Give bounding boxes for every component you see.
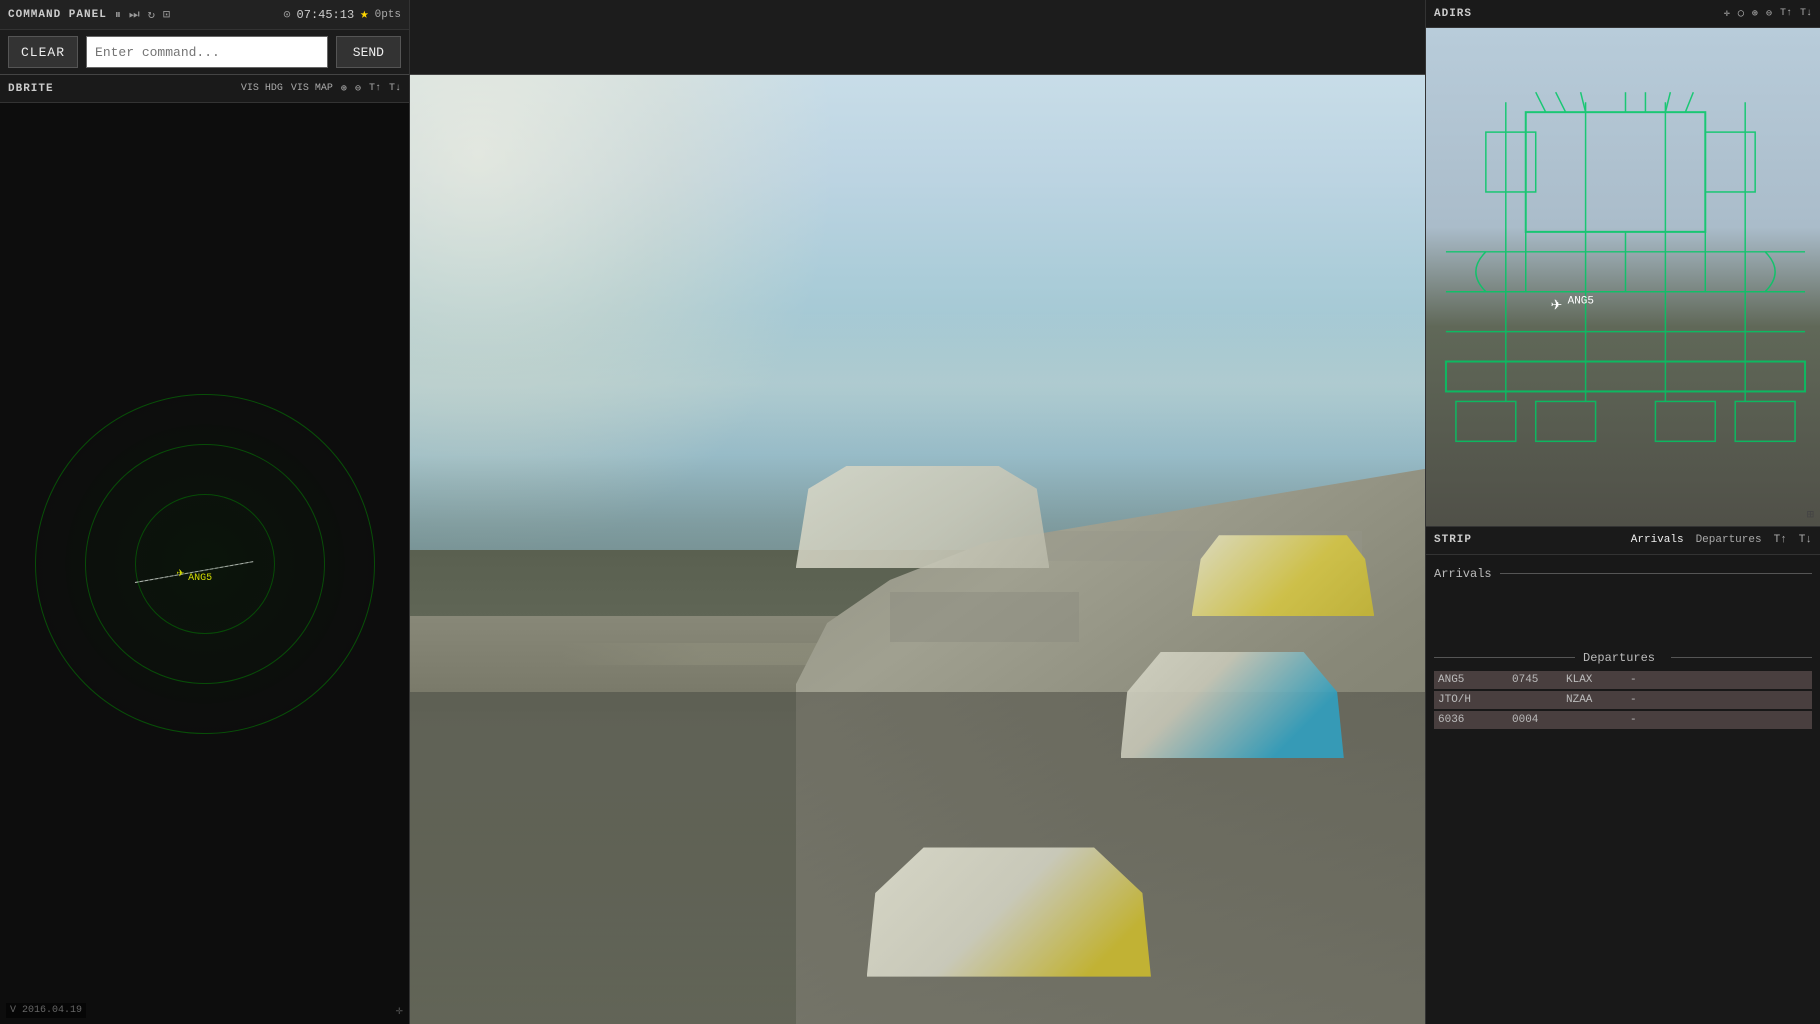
command-panel-header: COMMAND PANEL ⏸ ⏭ ↻ ⊡ ⊙ 07:45:13 ★ 0pts: [0, 0, 409, 30]
svg-text:✈: ✈: [1551, 297, 1563, 313]
adirs-aircraft-marker: ✈: [1551, 297, 1563, 313]
departures-divider-left: [1434, 657, 1575, 658]
zoom-in-button[interactable]: ⊕: [341, 83, 347, 95]
radar-display: ✈ ANG5 V 2016.04.19 ✛: [0, 103, 409, 1024]
adirs-zoom-out-button[interactable]: ⊖: [1766, 8, 1772, 20]
dbrite-controls: VIS HDG VIS MAP ⊕ ⊖ T↑ T↓: [241, 83, 401, 95]
departure-row-2[interactable]: JTO/H NZAA -: [1434, 691, 1812, 709]
airport-diagram-svg: ✈ ANG5: [1426, 28, 1820, 526]
header-time-group: ⊙ 07:45:13 ★ 0pts: [283, 6, 401, 23]
flight-callsign-1: ANG5: [1438, 674, 1508, 686]
camera-icon[interactable]: ⊡: [163, 7, 170, 22]
flight-time-2: [1512, 694, 1562, 706]
arrivals-divider: [1500, 573, 1812, 574]
arrivals-section-header: Arrivals: [1434, 567, 1812, 581]
center-header-spacer: [410, 0, 1425, 75]
version-badge: V 2016.04.19: [6, 1003, 86, 1018]
flight-status-3: -: [1630, 714, 1660, 726]
arrivals-label: Arrivals: [1434, 567, 1492, 581]
viewport-3d: [410, 75, 1425, 1024]
tab-arrivals[interactable]: Arrivals: [1631, 534, 1684, 546]
star-icon[interactable]: ★: [360, 6, 368, 23]
adirs-text-down-button[interactable]: T↓: [1800, 8, 1812, 19]
flight-dest-2: NZAA: [1566, 694, 1626, 706]
radar-cross-icon: ✛: [396, 1003, 403, 1018]
flight-callsign-3: 6036: [1438, 714, 1508, 726]
departure-row-3[interactable]: 6036 0004 -: [1434, 711, 1812, 729]
vis-map-button[interactable]: VIS MAP: [291, 83, 333, 94]
flight-time-1: 0745: [1512, 674, 1562, 686]
flight-callsign-2: JTO/H: [1438, 694, 1508, 706]
strip-title: STRIP: [1434, 534, 1472, 546]
flight-dest-3: [1566, 714, 1626, 726]
radar-aircraft-blip: ✈: [177, 565, 184, 580]
vis-hdg-button[interactable]: VIS HDG: [241, 83, 283, 94]
command-panel: COMMAND PANEL ⏸ ⏭ ↻ ⊡ ⊙ 07:45:13 ★ 0pts …: [0, 0, 409, 75]
adirs-header: ADIRS ✛ ◯ ⊕ ⊖ T↑ T↓: [1426, 0, 1820, 28]
refresh-icon[interactable]: ↻: [148, 7, 155, 22]
departures-divider-right: [1671, 657, 1812, 658]
flight-status-1: -: [1630, 674, 1660, 686]
strip-tabs: Arrivals Departures T↑ T↓: [1631, 534, 1812, 546]
strip-header: STRIP Arrivals Departures T↑ T↓: [1426, 527, 1820, 555]
adirs-map: ✈ ANG5 ⊞: [1426, 28, 1820, 526]
adirs-circle-button[interactable]: ◯: [1738, 8, 1744, 20]
center-panel: [410, 0, 1425, 1024]
clock-display: 07:45:13: [297, 8, 355, 22]
zoom-out-button[interactable]: ⊖: [355, 83, 361, 95]
strip-text-up[interactable]: T↑: [1774, 534, 1787, 546]
send-button[interactable]: SEND: [336, 36, 401, 68]
adirs-text-up-button[interactable]: T↑: [1780, 8, 1792, 19]
text-down-button[interactable]: T↓: [389, 83, 401, 94]
pts-badge: 0pts: [375, 9, 401, 21]
left-panel: COMMAND PANEL ⏸ ⏭ ↻ ⊡ ⊙ 07:45:13 ★ 0pts …: [0, 0, 410, 1024]
flight-dest-1: KLAX: [1566, 674, 1626, 686]
radar-circle-inner: [135, 494, 275, 634]
clear-button[interactable]: CLEAR: [8, 36, 78, 68]
time-icon: ⊙: [283, 7, 290, 22]
departure-row-1[interactable]: ANG5 0745 KLAX -: [1434, 671, 1812, 689]
adirs-title: ADIRS: [1434, 8, 1472, 20]
strip-panel: STRIP Arrivals Departures T↑ T↓ Arrivals: [1426, 526, 1820, 1024]
forward-icon[interactable]: ⏭: [129, 8, 140, 22]
tab-departures[interactable]: Departures: [1696, 534, 1762, 546]
right-panel: ADIRS ✛ ◯ ⊕ ⊖ T↑ T↓: [1425, 0, 1820, 1024]
flight-status-2: -: [1630, 694, 1660, 706]
strip-content: Arrivals Departures ANG5 0745 KLAX -: [1426, 555, 1820, 1024]
expand-icon[interactable]: ⊞: [1807, 507, 1814, 522]
radar-aircraft-label: ANG5: [188, 573, 212, 584]
arrivals-empty-space: [1434, 587, 1812, 647]
dbrite-header: DBRITE VIS HDG VIS MAP ⊕ ⊖ T↑ T↓: [0, 75, 409, 103]
main-layout: COMMAND PANEL ⏸ ⏭ ↻ ⊡ ⊙ 07:45:13 ★ 0pts …: [0, 0, 1820, 1024]
adirs-zoom-in-button[interactable]: ⊕: [1752, 8, 1758, 20]
command-input[interactable]: [86, 36, 328, 68]
text-up-button[interactable]: T↑: [369, 83, 381, 94]
dbrite-title: DBRITE: [8, 83, 54, 95]
command-input-row: CLEAR SEND: [0, 30, 409, 74]
adirs-crosshair-button[interactable]: ✛: [1724, 8, 1730, 20]
adirs-aircraft-callsign: ANG5: [1568, 296, 1594, 308]
adirs-controls: ✛ ◯ ⊕ ⊖ T↑ T↓: [1724, 8, 1812, 20]
departures-label: Departures: [1583, 651, 1655, 665]
pause-icon[interactable]: ⏸: [115, 8, 121, 22]
flight-time-3: 0004: [1512, 714, 1562, 726]
haze-layer: [410, 312, 1425, 454]
strip-text-down[interactable]: T↓: [1799, 534, 1812, 546]
departures-section-header: Departures: [1434, 651, 1812, 665]
command-panel-title: COMMAND PANEL: [8, 9, 107, 21]
